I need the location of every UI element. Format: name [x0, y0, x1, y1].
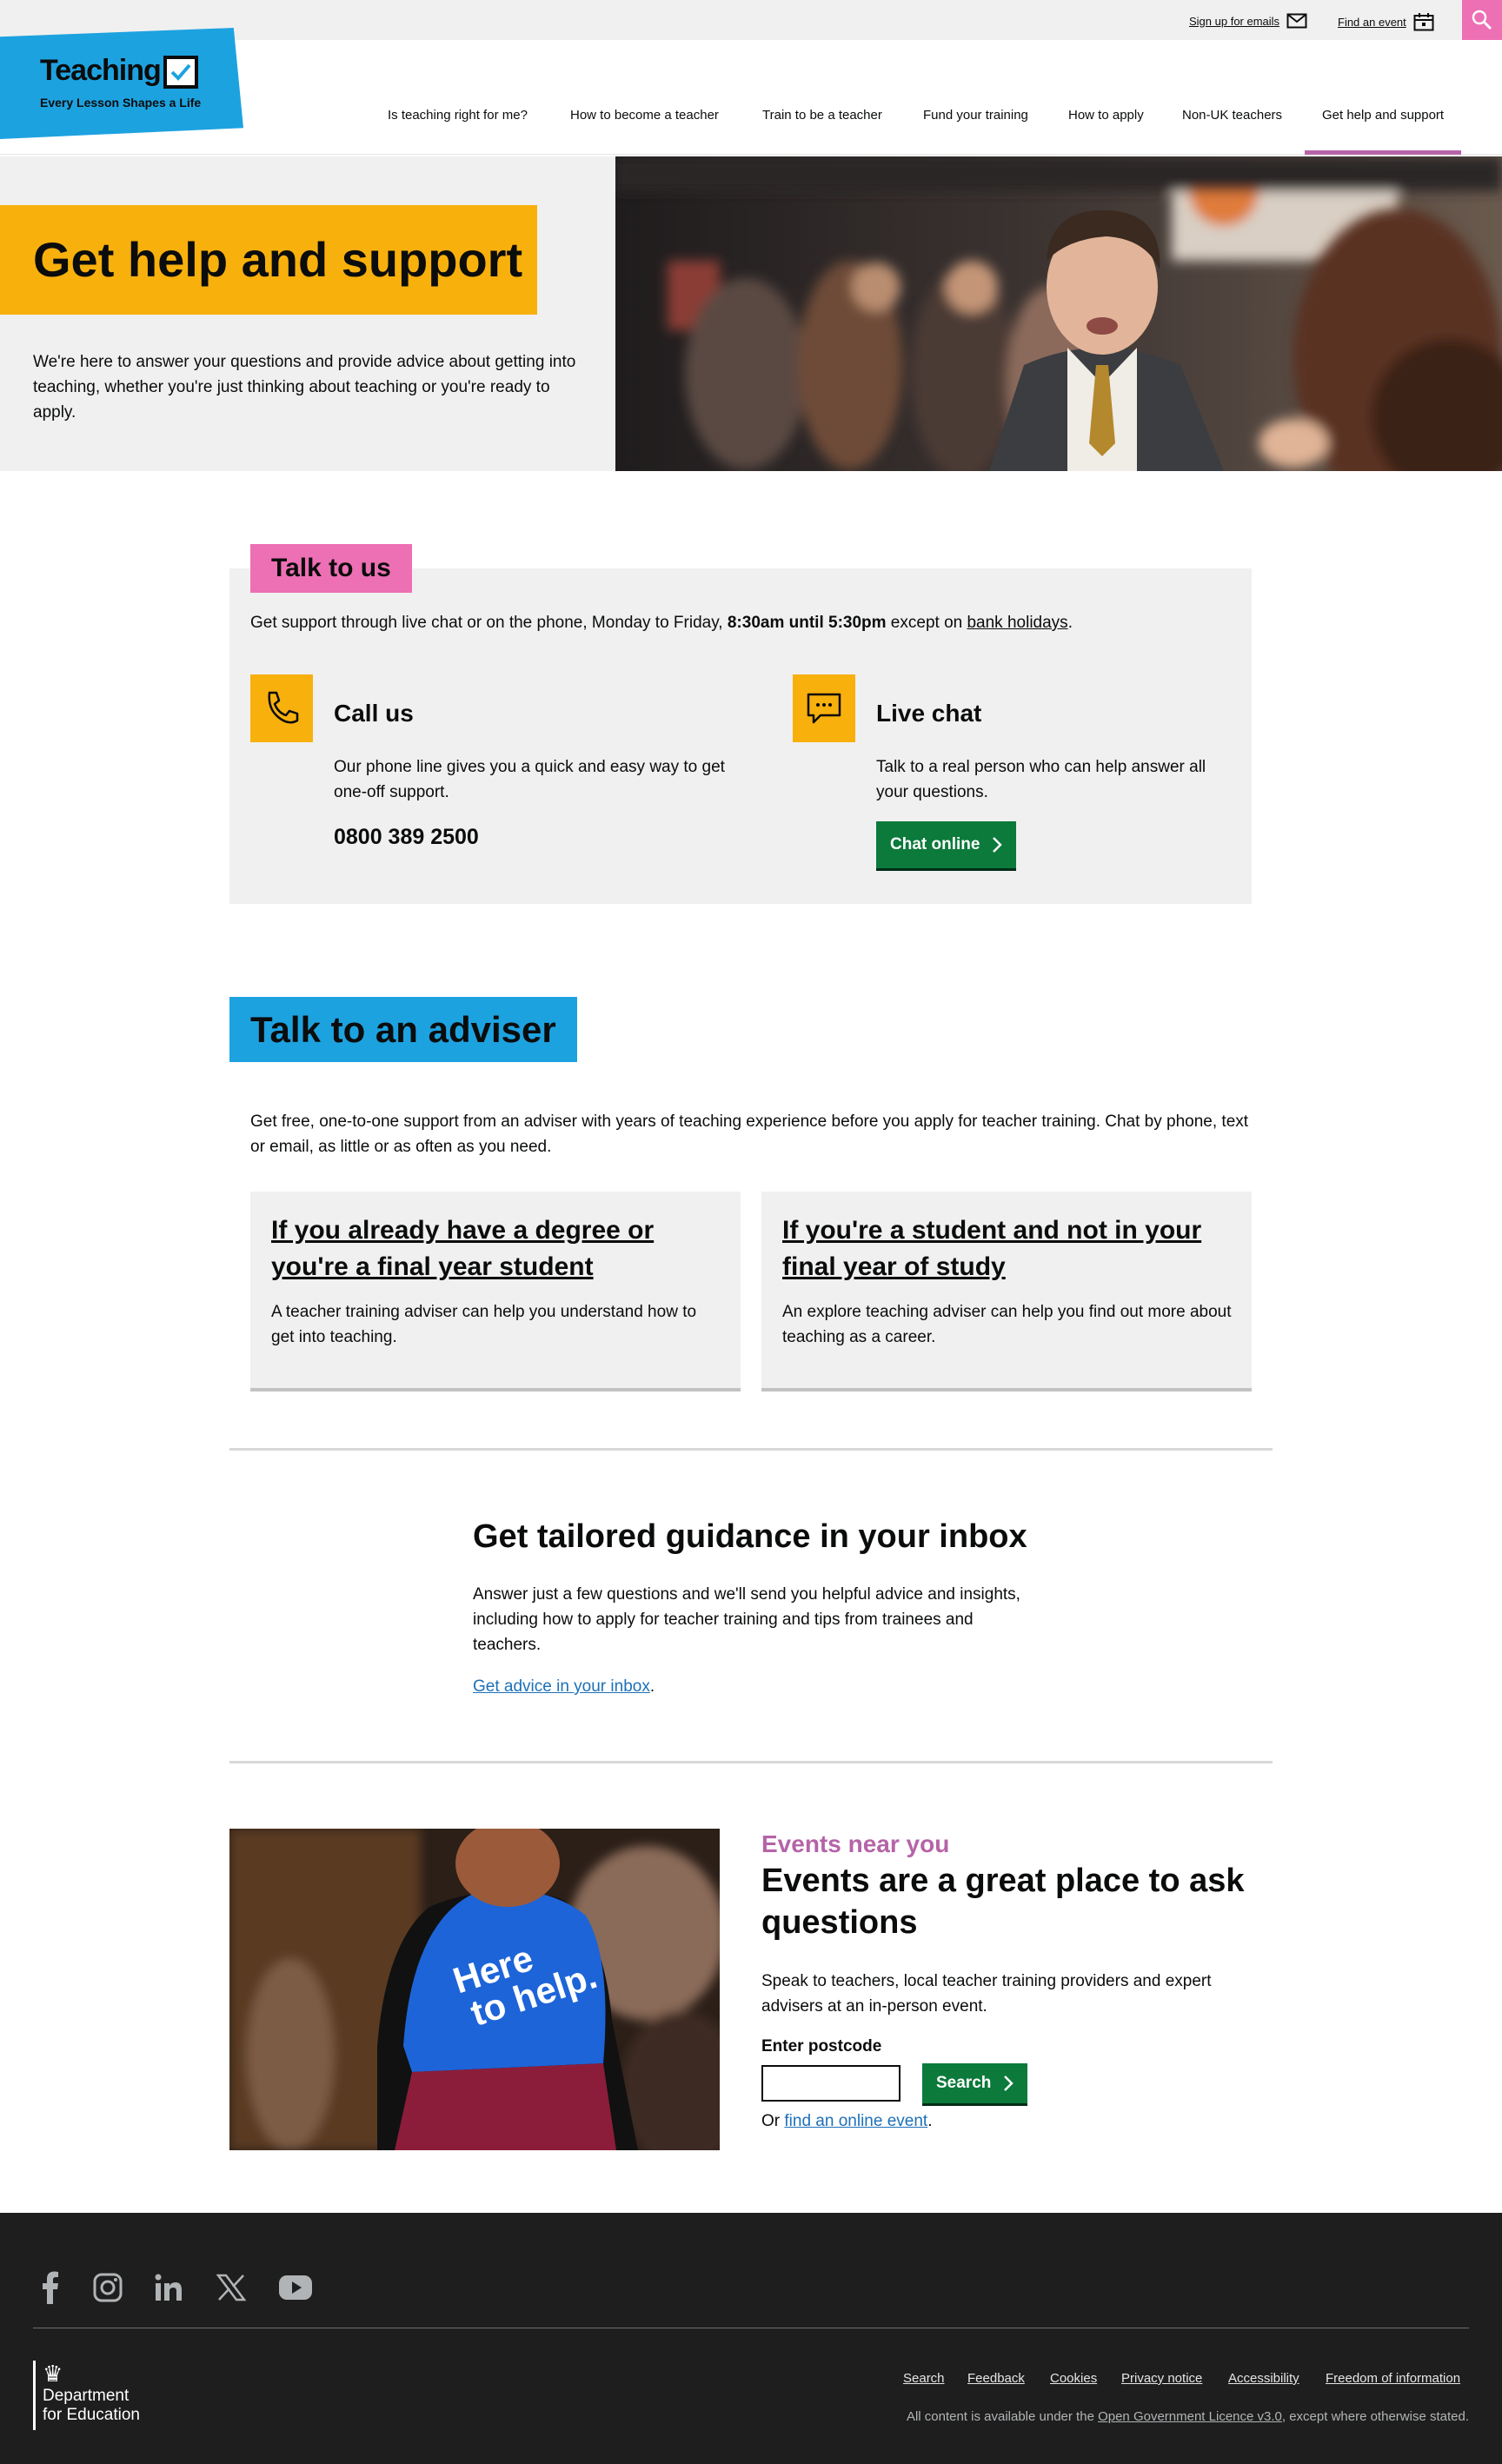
section-divider — [229, 1761, 1273, 1763]
signup-emails-label: Sign up for emails — [1189, 14, 1280, 28]
site-footer: ♛ Department for Education Search Feedba… — [0, 2213, 1502, 2464]
dfe-name-line2: for Education — [43, 2406, 140, 2424]
nav-item-fund-training[interactable]: Fund your training — [923, 108, 1028, 155]
hero-section: Get help and support We're here to answe… — [0, 156, 1502, 471]
events-photo: Here to help. — [229, 1829, 720, 2150]
adviser-card-degree[interactable]: If you already have a degree or you're a… — [250, 1192, 741, 1391]
talk-intro-end: . — [1067, 614, 1073, 632]
chevron-right-icon — [993, 837, 1003, 853]
events-title: Events are a great place to ask question… — [761, 1863, 1245, 1941]
youtube-icon[interactable] — [276, 2268, 315, 2307]
footer-link-privacy[interactable]: Privacy notice — [1121, 2371, 1202, 2386]
envelope-icon — [1286, 13, 1307, 29]
live-chat-text: Talk to a real person who can help answe… — [876, 758, 1206, 801]
chat-online-label: Chat online — [890, 835, 980, 853]
teaching-logo[interactable]: Teaching Every Lesson Shapes a Life — [0, 28, 243, 139]
or-text: Or — [761, 2112, 785, 2130]
talk-intro-text: Get support through live chat or on the … — [250, 614, 728, 632]
live-chat-title: Live chat — [876, 700, 982, 727]
online-event-line: Or find an online event. — [761, 2112, 932, 2131]
adviser-card-text: An explore teaching adviser can help you… — [782, 1303, 1232, 1346]
events-text: Speak to teachers, local teacher trainin… — [761, 1972, 1212, 2016]
licence-text: All content is available under the Open … — [907, 2409, 1469, 2424]
events-kicker: Events near you — [761, 1830, 950, 1857]
phone-icon — [250, 674, 313, 742]
header-search-button[interactable] — [1462, 0, 1502, 40]
footer-link-accessibility[interactable]: Accessibility — [1228, 2371, 1299, 2386]
footer-link-feedback[interactable]: Feedback — [967, 2371, 1025, 2386]
talk-hours: 8:30am until 5:30pm — [727, 614, 887, 632]
guidance-link-line: Get advice in your inbox. — [473, 1677, 655, 1697]
instagram-icon[interactable] — [89, 2268, 127, 2307]
guidance-link-period: . — [649, 1677, 655, 1696]
adviser-card-student[interactable]: If you're a student and not in your fina… — [761, 1192, 1252, 1391]
facebook-icon[interactable] — [31, 2268, 70, 2307]
signup-emails-link[interactable]: Sign up for emails — [1189, 12, 1307, 30]
nav-item-how-to-apply[interactable]: How to apply — [1068, 108, 1144, 155]
dfe-logo[interactable]: ♛ Department for Education — [33, 2361, 163, 2430]
hero-intro: We're here to answer your questions and … — [33, 353, 576, 422]
dfe-name-line1: Department — [43, 2387, 130, 2405]
adviser-card-title[interactable]: If you already have a degree or you're a… — [271, 1212, 714, 1285]
bank-holidays-link[interactable]: bank holidays — [967, 614, 1067, 632]
licence-after: , except where otherwise stated. — [1281, 2409, 1469, 2424]
nav-item-train-teacher[interactable]: Train to be a teacher — [762, 108, 882, 155]
talk-to-us-heading: Talk to us — [250, 544, 412, 593]
adviser-heading: Talk to an adviser — [229, 997, 577, 1062]
crest-icon: ♛ — [43, 2361, 63, 2387]
x-icon[interactable] — [212, 2268, 250, 2307]
nav-item-label: How to become a teacher — [570, 108, 719, 123]
hero-photo — [615, 156, 1502, 471]
ogl-link[interactable]: Open Government Licence v3.0 — [1098, 2409, 1282, 2424]
chat-bubble-icon — [793, 674, 855, 742]
adviser-intro: Get free, one-to-one support from an adv… — [250, 1112, 1249, 1156]
event-search-button[interactable]: Search — [922, 2063, 1028, 2103]
page-title: Get help and support — [33, 232, 523, 287]
find-event-link[interactable]: Find an event — [1338, 12, 1434, 31]
footer-link-foi[interactable]: Freedom of information — [1326, 2371, 1460, 2386]
linkedin-icon[interactable] — [150, 2268, 188, 2307]
call-us-title: Call us — [334, 700, 414, 727]
event-search-label: Search — [936, 2074, 992, 2092]
nav-item-label: Is teaching right for me? — [388, 108, 528, 123]
nav-item-is-teaching-right[interactable]: Is teaching right for me? — [388, 108, 528, 155]
call-us-text: Our phone line gives you a quick and eas… — [334, 758, 725, 801]
nav-item-label: Fund your training — [923, 108, 1028, 123]
postcode-input[interactable] — [761, 2065, 901, 2102]
nav-item-label: Non-UK teachers — [1182, 108, 1283, 123]
nav-item-become-teacher[interactable]: How to become a teacher — [570, 108, 719, 155]
or-period: . — [927, 2112, 933, 2130]
find-event-label: Find an event — [1338, 15, 1406, 29]
checkbox-tick-icon — [163, 56, 198, 89]
talk-intro-mid: except on — [886, 614, 967, 632]
adviser-card-title[interactable]: If you're a student and not in your fina… — [782, 1212, 1226, 1285]
guidance-text: Answer just a few questions and we'll se… — [473, 1585, 1020, 1654]
talk-intro: Get support through live chat or on the … — [250, 614, 1073, 633]
adviser-card-text: A teacher training adviser can help you … — [271, 1303, 697, 1346]
calendar-icon — [1413, 13, 1434, 31]
section-divider — [229, 1448, 1273, 1451]
nav-item-help-support[interactable]: Get help and support — [1304, 108, 1462, 155]
guidance-title: Get tailored guidance in your inbox — [473, 1518, 1027, 1555]
footer-link-cookies[interactable]: Cookies — [1050, 2371, 1097, 2386]
search-icon — [1472, 10, 1492, 30]
logo-tagline: Every Lesson Shapes a Life — [40, 96, 202, 110]
get-advice-link[interactable]: Get advice in your inbox — [473, 1677, 650, 1696]
phone-number[interactable]: 0800 389 2500 — [334, 825, 479, 850]
nav-item-non-uk-teachers[interactable]: Non-UK teachers — [1182, 108, 1282, 155]
chevron-right-icon — [1004, 2075, 1014, 2091]
nav-item-label: How to apply — [1068, 108, 1144, 123]
postcode-label: Enter postcode — [761, 2037, 882, 2056]
licence-before: All content is available under the — [906, 2409, 1099, 2424]
footer-link-search[interactable]: Search — [903, 2371, 945, 2386]
nav-item-label: Get help and support — [1322, 108, 1445, 123]
logo-wordmark: Teaching — [40, 54, 162, 87]
find-online-event-link[interactable]: find an online event — [784, 2112, 927, 2130]
chat-online-button[interactable]: Chat online — [876, 821, 1017, 868]
nav-item-label: Train to be a teacher — [762, 108, 882, 123]
hero-title-box: Get help and support — [0, 205, 537, 315]
